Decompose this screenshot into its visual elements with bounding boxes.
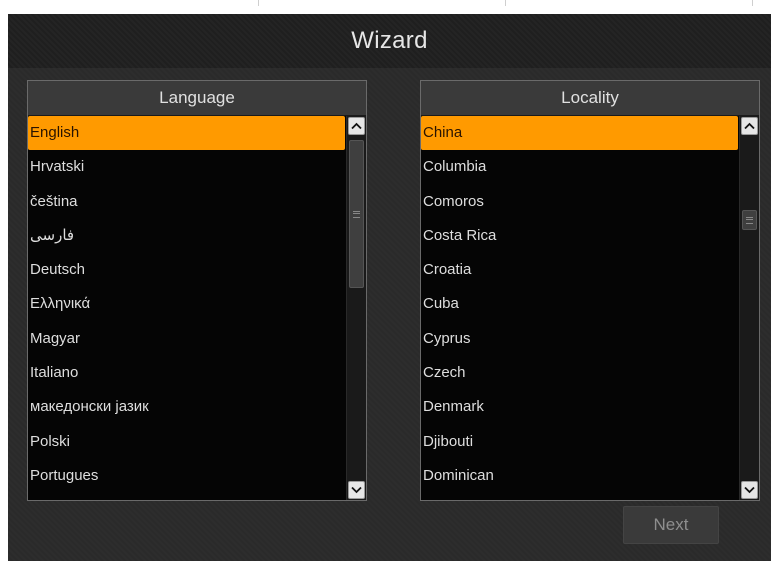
language-item-hrvatski[interactable]: Hrvatski [28, 150, 345, 184]
language-item-deutsch[interactable]: Deutsch [28, 253, 345, 287]
locality-scroll-up-button[interactable] [741, 117, 758, 135]
language-scroll-down-button[interactable] [348, 481, 365, 499]
title-bar: Wizard [8, 14, 771, 68]
locality-item-dominican[interactable]: Dominican [421, 459, 738, 493]
chevron-up-icon [744, 122, 755, 130]
locality-panel: Locality China Columbia Comoros Costa Ri… [420, 80, 760, 501]
strip-divider [258, 0, 259, 6]
language-item-portugues[interactable]: Portugues [28, 459, 345, 493]
language-item-greek[interactable]: Ελληνικά [28, 287, 345, 321]
locality-item-comoros[interactable]: Comoros [421, 185, 738, 219]
language-list[interactable]: English Hrvatski čeština فارسی Deutsch Ε… [28, 116, 345, 500]
chevron-down-icon [351, 486, 362, 494]
locality-scrollbar[interactable] [739, 116, 759, 500]
language-item-polski[interactable]: Polski [28, 425, 345, 459]
locality-item-croatia[interactable]: Croatia [421, 253, 738, 287]
language-item-magyar[interactable]: Magyar [28, 322, 345, 356]
language-header: Language [28, 81, 366, 116]
locality-item-columbia[interactable]: Columbia [421, 150, 738, 184]
top-strip [8, 0, 771, 14]
locality-item-czech[interactable]: Czech [421, 356, 738, 390]
language-panel: Language English Hrvatski čeština فارسی … [27, 80, 367, 501]
language-scrollbar[interactable] [346, 116, 366, 500]
strip-divider [752, 0, 753, 6]
locality-item-china[interactable]: China [421, 116, 738, 151]
language-item-macedonian[interactable]: македонски јазик [28, 390, 345, 424]
next-button[interactable]: Next [623, 506, 719, 544]
locality-item-djibouti[interactable]: Djibouti [421, 425, 738, 459]
grip-icon [746, 216, 753, 224]
language-item-farsi[interactable]: فارسی [28, 219, 345, 253]
locality-item-costa-rica[interactable]: Costa Rica [421, 219, 738, 253]
locality-header: Locality [421, 81, 759, 116]
chevron-up-icon [351, 122, 362, 130]
language-scroll-thumb[interactable] [349, 140, 364, 288]
locality-item-cyprus[interactable]: Cyprus [421, 322, 738, 356]
wizard-window: Wizard Language English Hrvatski čeština… [8, 14, 771, 561]
chevron-down-icon [744, 486, 755, 494]
locality-item-cuba[interactable]: Cuba [421, 287, 738, 321]
language-item-cestina[interactable]: čeština [28, 185, 345, 219]
locality-list[interactable]: China Columbia Comoros Costa Rica Croati… [421, 116, 738, 500]
locality-scroll-thumb[interactable] [742, 210, 757, 230]
language-item-english[interactable]: English [28, 116, 345, 151]
language-item-italiano[interactable]: Italiano [28, 356, 345, 390]
window-title: Wizard [351, 27, 428, 54]
strip-divider [505, 0, 506, 6]
locality-scroll-down-button[interactable] [741, 481, 758, 499]
locality-item-denmark[interactable]: Denmark [421, 390, 738, 424]
language-scroll-up-button[interactable] [348, 117, 365, 135]
grip-icon [353, 210, 360, 218]
